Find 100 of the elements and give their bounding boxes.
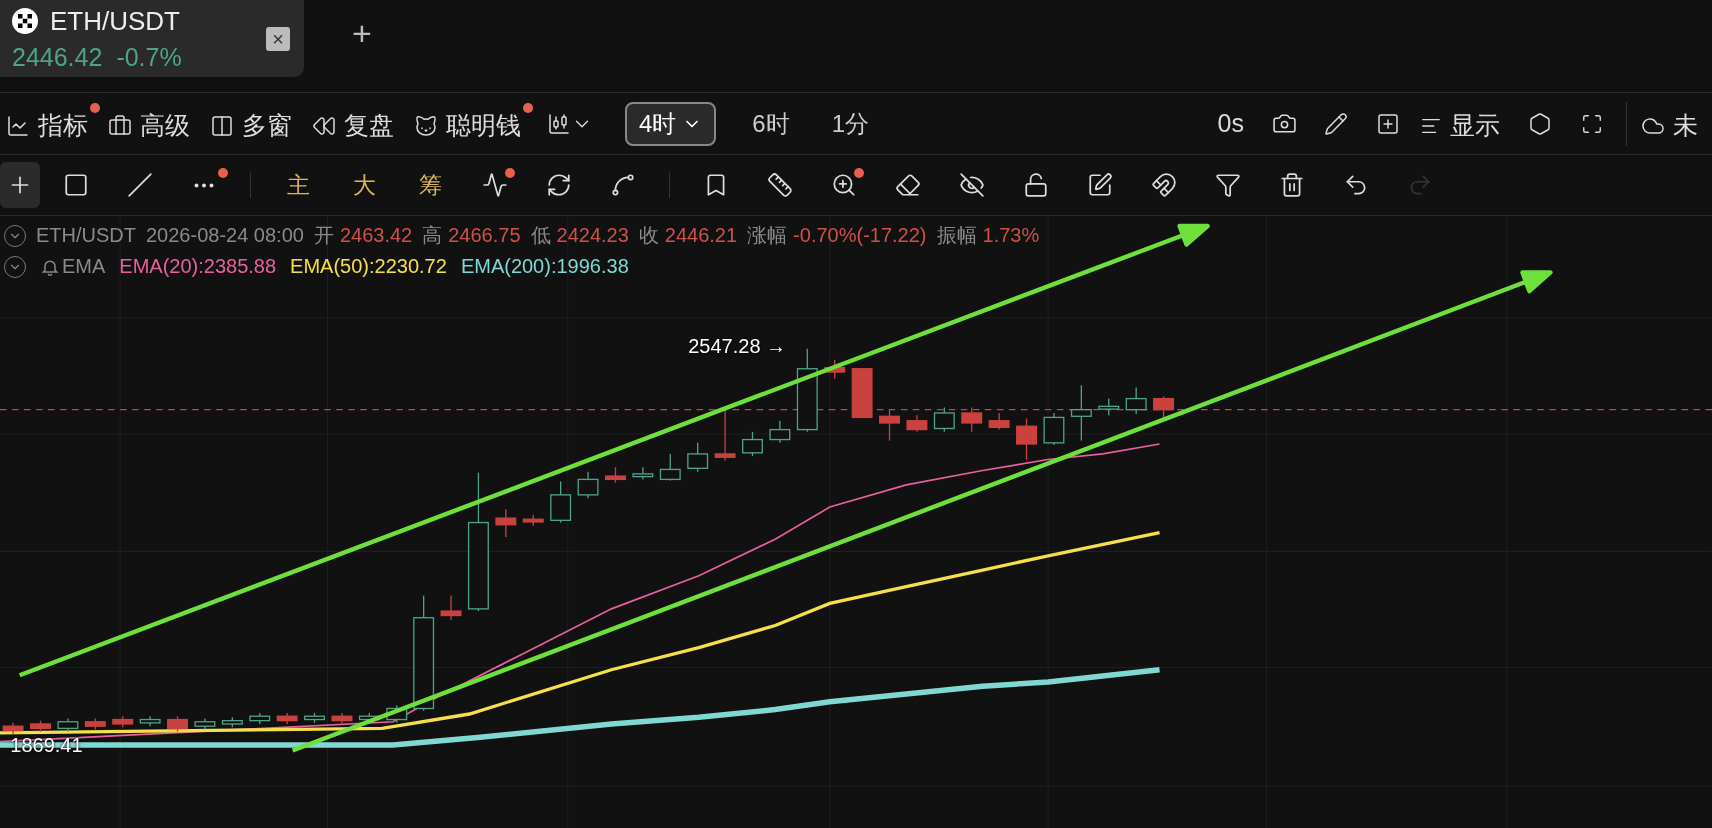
- fullscreen-icon: [1581, 112, 1603, 135]
- indicator-tool[interactable]: 主: [269, 162, 327, 208]
- toolbar-item[interactable]: 聪明钱: [408, 101, 535, 146]
- candlestick: [1098, 397, 1120, 416]
- candlestick: [194, 717, 216, 731]
- toolbar-item[interactable]: 高级: [102, 101, 204, 146]
- candlestick: [1070, 384, 1092, 442]
- legend-label: 开: [313, 223, 334, 248]
- ema-value: EMA(200):1996.38: [460, 255, 629, 278]
- candlestick: [2, 722, 24, 735]
- legend-symbol: ETH/USDT: [36, 224, 136, 247]
- symbol-tab[interactable]: ETH/USDT 2446.42 -0.7% ×: [0, 0, 304, 77]
- toolbar-item[interactable]: 多窗: [204, 101, 306, 146]
- tab-price: 2446.42: [12, 42, 103, 72]
- legend-value: 2466.75: [448, 224, 521, 247]
- swap-icon: [546, 172, 572, 198]
- candlestick: [1016, 417, 1038, 461]
- candlestick: [906, 414, 928, 433]
- interval-tab[interactable]: 6时: [738, 101, 804, 146]
- legend-time: 2026-08-24 08:00: [146, 224, 304, 247]
- candlestick: [1043, 412, 1065, 446]
- unlock-icon: [1023, 172, 1049, 198]
- zoom-in-icon: [831, 172, 857, 198]
- indicator-name: EMA: [62, 255, 106, 278]
- toolbar-item[interactable]: 复盘: [306, 101, 408, 146]
- ema-value: EMA(20):2385.88: [119, 255, 277, 278]
- legend-value: 2463.42: [339, 224, 413, 247]
- candlestick: [659, 453, 681, 482]
- tab-change: -0.7%: [116, 42, 182, 72]
- eraser-icon: [895, 172, 921, 198]
- legend-label: 低: [530, 223, 551, 248]
- candlestick: [522, 514, 544, 527]
- pencil-icon: [1324, 111, 1348, 136]
- display-button[interactable]: 显示: [1414, 101, 1514, 146]
- candlestick: [304, 712, 326, 724]
- candlestick: [933, 406, 955, 433]
- candlestick: [742, 431, 763, 457]
- candlestick: [632, 466, 654, 481]
- candlestick: [550, 480, 572, 524]
- candlestick: [57, 717, 79, 733]
- candlestick: [687, 442, 709, 473]
- candlestick: [1125, 386, 1147, 415]
- candlestick: [577, 471, 599, 499]
- candlestick: [331, 712, 353, 725]
- magnet-icon: [1151, 172, 1177, 198]
- candlestick-icon: [547, 111, 571, 136]
- candlestick: [167, 715, 188, 733]
- legend-label: 振幅: [936, 223, 977, 248]
- candlestick: [84, 717, 106, 731]
- exchange-logo-icon: [12, 8, 38, 34]
- candlestick: [495, 508, 517, 538]
- plus-square-icon: [1376, 111, 1400, 136]
- interval-tab[interactable]: 4时: [625, 101, 717, 146]
- legend-value: -0.70%(-17.22): [793, 224, 927, 247]
- filter-icon: [1215, 172, 1241, 198]
- note-icon: [1087, 172, 1113, 198]
- indicator-tool[interactable]: 筹: [401, 162, 459, 208]
- countdown-label: 0s: [1217, 109, 1244, 138]
- legend-value: 1.73%: [982, 224, 1040, 247]
- pattern-icon: [482, 172, 508, 198]
- hide-icon: [959, 172, 985, 198]
- toolbar-item[interactable]: 指标: [0, 101, 102, 146]
- add-tab-button[interactable]: +: [346, 14, 378, 53]
- candlestick: [112, 715, 134, 728]
- cloud-sync-button[interactable]: 未: [1635, 101, 1712, 146]
- crosshair-tool[interactable]: [0, 162, 40, 208]
- candlestick: [276, 712, 298, 725]
- columns-icon: [210, 113, 234, 138]
- briefcase-icon: [108, 113, 132, 138]
- legend-label: 收: [638, 223, 659, 248]
- high-price-label: 2547.28 →: [688, 335, 787, 359]
- camera-icon: [1271, 111, 1297, 136]
- legend-value: 2446.21: [664, 224, 738, 247]
- line-chart-icon: [6, 113, 30, 138]
- candlestick: [769, 420, 791, 444]
- tab-symbol: ETH/USDT: [50, 5, 180, 37]
- candlestick: [30, 720, 51, 733]
- candlestick: [961, 406, 983, 433]
- candlestick: [851, 368, 873, 419]
- line-icon: [127, 172, 153, 198]
- legend-value: 2424.23: [556, 224, 629, 247]
- candlestick: [605, 466, 626, 484]
- indicator-tool[interactable]: 大: [335, 162, 393, 208]
- ruler-icon: [767, 172, 793, 198]
- interval-tab[interactable]: 1分: [817, 101, 884, 146]
- more-icon: [194, 182, 214, 188]
- candlestick: [714, 409, 736, 462]
- legend-label: 涨幅: [747, 223, 788, 248]
- settings-icon: [1528, 111, 1552, 136]
- ema-value: EMA(50):2230.72: [290, 255, 447, 278]
- legend-label: 高: [422, 223, 443, 248]
- trash-icon: [1279, 172, 1305, 198]
- candlestick: [988, 412, 1010, 431]
- close-tab-button[interactable]: ×: [266, 26, 290, 51]
- candlestick: [221, 716, 243, 728]
- rectangle-icon: [63, 172, 89, 198]
- cat-icon: [414, 113, 438, 138]
- spline-icon: [610, 172, 636, 198]
- candlestick: [249, 712, 271, 725]
- candlestick: [139, 715, 161, 727]
